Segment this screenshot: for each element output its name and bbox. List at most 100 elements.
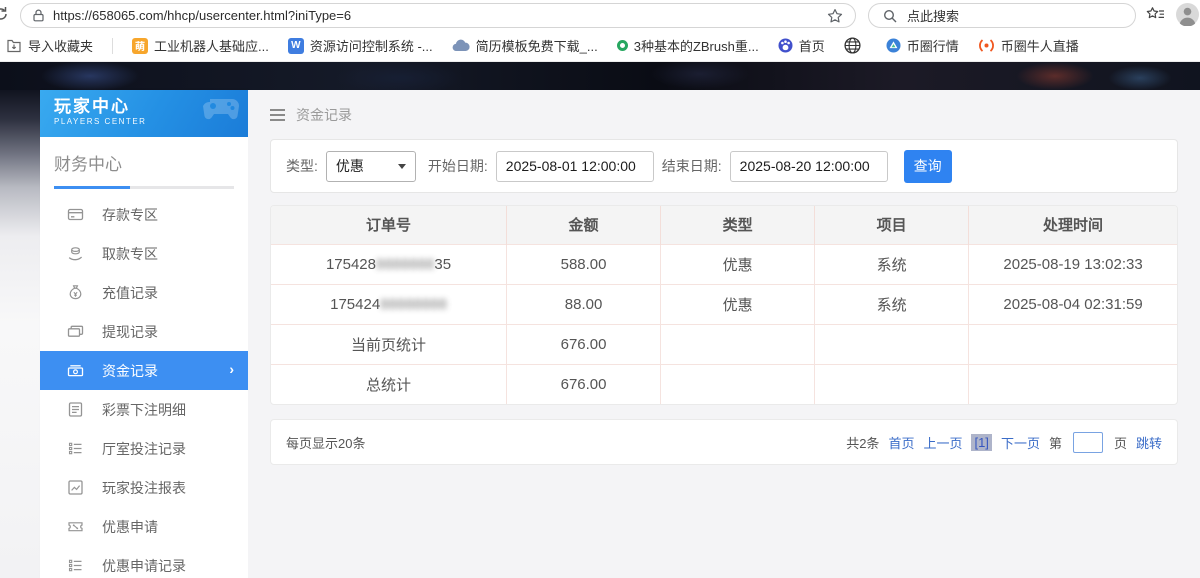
time-cell: 2025-08-19 13:02:33 [969,244,1177,284]
withdraw-hand-icon [67,245,84,262]
bookmark-label: 导入收藏夹 [28,36,93,55]
sidebar-item-funds-record[interactable]: 资金记录 › [40,351,248,390]
finance-center-title: 财务中心 [54,150,234,175]
filter-panel: 类型: 优惠 开始日期: 结束日期: 查询 [270,139,1178,193]
main-header: 资金记录 [248,90,1200,139]
green-ring-icon [617,40,628,51]
lock-icon [33,9,44,22]
jump-suffix-text: 页 [1114,433,1127,452]
sidebar-item-hall-bet-record[interactable]: 厅室投注记录› [40,429,248,468]
coin-market-icon [886,38,901,53]
col-process-time: 处理时间 [969,206,1177,244]
profile-avatar[interactable] [1176,3,1199,31]
page-body: 玩家中心 PLAYERS CENTER 财务中心 存款专区› 取款专区› 充值记… [0,90,1200,578]
sidebar-item-withdrawal-record[interactable]: 提现记录› [40,312,248,351]
url-text: https://658065.com/hhcp/usercenter.html?… [53,8,351,23]
url-bar[interactable]: https://658065.com/hhcp/usercenter.html?… [20,3,856,28]
page-top-banner [0,62,1200,90]
summary-label: 当前页统计 [271,324,507,364]
withdraw-record-icon [67,323,84,340]
query-button[interactable]: 查询 [904,150,952,183]
current-page-indicator[interactable]: [1] [971,434,991,451]
sidebar-item-label: 厅室投注记录 [102,439,186,459]
prev-page-link[interactable]: 上一页 [923,433,962,452]
bookmarks-bar: 导入收藏夹 萌 工业机器人基础应... W 资源访问控制系统 -... 简历模板… [0,30,1200,62]
bookmark-item-6[interactable] [844,37,867,54]
refresh-icon[interactable] [0,6,9,27]
sidebar-menu: 存款专区› 取款专区› 充值记录› 提现记录› 资金记录 › 彩票下注明细› [40,195,248,578]
globe-icon [844,37,861,54]
bookmark-label: 简历模板免费下载_... [476,36,598,55]
type-select[interactable]: 优惠 [326,151,416,182]
bookmark-item-1[interactable]: 萌 工业机器人基础应... [132,36,269,55]
search-icon [883,9,897,23]
hamburger-menu-icon[interactable] [270,109,285,121]
end-date-input[interactable] [730,151,888,182]
bookmark-item-2[interactable]: W 资源访问控制系统 -... [288,36,433,55]
bookmark-item-3[interactable]: 简历模板免费下载_... [452,36,598,55]
next-page-link[interactable]: 下一页 [1001,433,1040,452]
finance-title-underline [54,186,234,189]
bookmark-item-8[interactable]: 币圈牛人直播 [978,36,1079,55]
sidebar-item-lottery-bet-detail[interactable]: 彩票下注明细› [40,390,248,429]
background-strip [0,90,40,578]
summary-label: 总统计 [271,364,507,404]
import-bookmarks-icon [6,38,22,53]
sidebar-item-promo-apply-record[interactable]: 优惠申请记录› [40,546,248,578]
amount-cell: 588.00 [507,244,661,284]
page-size-text: 每页显示20条 [286,433,365,452]
sidebar-item-withdraw-zone[interactable]: 取款专区› [40,234,248,273]
col-type: 类型 [661,206,815,244]
sidebar-item-label: 彩票下注明细 [102,400,186,420]
bookmarks-separator [112,38,113,54]
project-cell: 系统 [815,244,969,284]
browser-chrome: https://658065.com/hhcp/usercenter.html?… [0,0,1200,62]
live-broadcast-icon [978,38,995,53]
funds-record-icon [67,362,84,379]
sidebar-item-label: 玩家投注报表 [102,478,186,498]
bookmark-item-5[interactable]: 首页 [778,36,825,55]
quick-search-box[interactable]: 点此搜索 [868,3,1136,28]
chevron-right-icon: › [229,361,234,377]
lottery-detail-icon [67,401,84,418]
sidebar-item-promo-apply[interactable]: 优惠申请› [40,507,248,546]
type-cell: 优惠 [661,244,815,284]
sidebar-item-recharge-record[interactable]: 充值记录› [40,273,248,312]
bookmark-label: 首页 [799,36,825,55]
first-page-link[interactable]: 首页 [888,433,914,452]
col-amount: 金额 [507,206,661,244]
page-jump-input[interactable] [1073,432,1103,453]
bookmark-label: 币圈牛人直播 [1001,36,1079,55]
funds-table-panel: 订单号 金额 类型 项目 处理时间 175428888888835 588.00… [270,205,1178,405]
sidebar-item-label: 优惠申请记录 [102,556,186,576]
col-project: 项目 [815,206,969,244]
gamepad-icon [202,95,240,128]
jump-button[interactable]: 跳转 [1136,433,1162,452]
sidebar-header: 玩家中心 PLAYERS CENTER [40,90,248,137]
search-placeholder: 点此搜索 [907,6,959,25]
bookmark-star-icon[interactable] [827,8,843,24]
bookmark-label: 工业机器人基础应... [154,36,269,55]
funds-table: 订单号 金额 类型 项目 处理时间 175428888888835 588.00… [271,206,1177,404]
bookmark-label: 3种基本的ZBrush重... [634,36,759,55]
sidebar-item-deposit-zone[interactable]: 存款专区› [40,195,248,234]
summary-amount: 676.00 [507,364,661,404]
order-id-cell: 175428888888835 [271,244,507,284]
hall-bet-icon [67,440,84,457]
deposit-card-icon [67,206,84,223]
start-date-input[interactable] [496,151,654,182]
cloud-download-icon [452,39,470,52]
favorites-list-icon[interactable] [1146,6,1165,28]
sidebar-item-player-bet-report[interactable]: 玩家投注报表› [40,468,248,507]
type-label: 类型: [286,156,318,176]
sidebar-item-label: 资金记录 [102,361,158,381]
start-date-label: 开始日期: [428,156,488,176]
bookmark-item-4[interactable]: 3种基本的ZBrush重... [617,36,759,55]
sidebar: 玩家中心 PLAYERS CENTER 财务中心 存款专区› 取款专区› 充值记… [40,90,248,578]
chevron-down-icon [398,164,406,169]
page-title: 资金记录 [296,105,352,125]
amount-cell: 88.00 [507,284,661,324]
bookmark-import[interactable]: 导入收藏夹 [6,36,93,55]
bookmark-item-7[interactable]: 币圈行情 [886,36,959,55]
pagination-controls: 共2条 首页 上一页 [1] 下一页 第 页 跳转 [846,432,1162,453]
